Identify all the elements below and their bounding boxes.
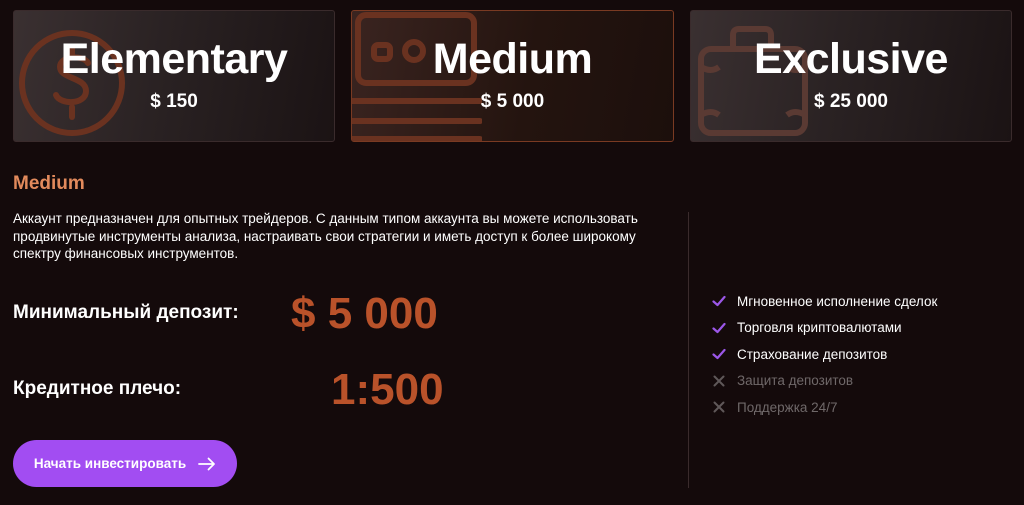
cross-icon bbox=[713, 401, 725, 413]
feature-item: Страхование депозитов bbox=[712, 341, 937, 368]
min-deposit-label: Минимальный депозит: bbox=[13, 302, 239, 323]
plan-card-exclusive[interactable]: Exclusive $ 25 000 bbox=[690, 10, 1012, 142]
feature-item: Мгновенное исполнение сделок bbox=[712, 288, 937, 315]
feature-label: Страхование депозитов bbox=[737, 346, 888, 362]
check-icon bbox=[712, 349, 726, 360]
feature-item: Защита депозитов bbox=[712, 368, 937, 395]
start-investing-button[interactable]: Начать инвестировать bbox=[13, 440, 237, 487]
start-investing-label: Начать инвестировать bbox=[33, 456, 187, 471]
leverage-value: 1:500 bbox=[331, 365, 444, 414]
plan-name: Elementary bbox=[60, 35, 288, 83]
feature-label: Торговля криптовалютами bbox=[737, 320, 902, 336]
feature-item: Поддержка 24/7 bbox=[712, 394, 937, 421]
feature-label: Поддержка 24/7 bbox=[737, 399, 838, 415]
check-icon bbox=[712, 296, 726, 307]
plan-price: $ 150 bbox=[150, 91, 198, 112]
plan-price: $ 5 000 bbox=[480, 91, 545, 112]
feature-list: Мгновенное исполнение сделок Торговля кр… bbox=[712, 288, 937, 421]
cross-icon bbox=[713, 375, 725, 387]
feature-label: Защита депозитов bbox=[737, 373, 854, 389]
leverage-label: Кредитное плечо: bbox=[13, 378, 182, 399]
plan-card-medium[interactable]: Medium $ 5 000 bbox=[351, 10, 674, 142]
arrow-right-icon bbox=[198, 457, 216, 470]
check-icon bbox=[712, 322, 726, 333]
plan-name: Medium bbox=[432, 35, 593, 83]
plan-name: Exclusive bbox=[754, 35, 948, 83]
plan-card-elementary[interactable]: Elementary $ 150 bbox=[13, 10, 335, 142]
selected-plan-title: Medium bbox=[13, 173, 85, 194]
feature-label: Мгновенное исполнение сделок bbox=[737, 293, 938, 309]
vertical-divider bbox=[688, 212, 689, 488]
feature-item: Торговля криптовалютами bbox=[712, 315, 937, 342]
plan-price: $ 25 000 bbox=[814, 91, 888, 112]
min-deposit-value: $ 5 000 bbox=[291, 289, 438, 338]
plan-description: Аккаунт предназначен для опытных трейдер… bbox=[13, 211, 638, 261]
